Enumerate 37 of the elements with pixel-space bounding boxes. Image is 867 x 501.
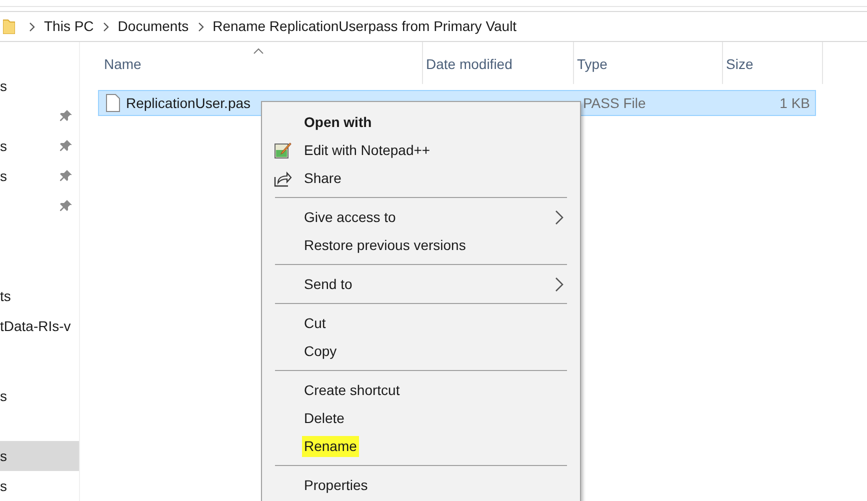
column-header[interactable]: Size	[726, 54, 754, 75]
menu-item[interactable]: Rename	[262, 432, 580, 460]
nav-item-text[interactable]: s	[0, 136, 7, 156]
chevron-icon	[196, 22, 205, 32]
column-header[interactable]: Date modified	[426, 54, 512, 75]
nav-item-text[interactable]: s	[0, 386, 7, 406]
nav-item-text[interactable]: ts	[0, 286, 11, 306]
menu-item[interactable]: Send to	[262, 270, 580, 298]
file-size: 1 KB	[780, 94, 810, 112]
chevron-icon	[102, 22, 110, 32]
menu-item[interactable]: Edit with Notepad++	[262, 136, 580, 164]
nav-item-text[interactable]: s	[0, 476, 7, 496]
menu-item[interactable]: Open with	[262, 108, 580, 136]
notepad-icon	[274, 141, 292, 159]
folder-icon	[3, 19, 15, 34]
menu-item[interactable]: Create shortcut	[262, 376, 580, 404]
sort-caret-icon	[253, 48, 264, 54]
nav-item-text[interactable]: s	[0, 76, 7, 96]
nav-item-text[interactable]: s	[0, 166, 7, 186]
menu-item[interactable]: Share	[262, 164, 580, 192]
breadcrumb-item[interactable]: This PC	[44, 16, 94, 37]
file-icon	[106, 94, 120, 112]
menu-item[interactable]: Copy	[262, 337, 580, 365]
share-icon	[274, 169, 292, 187]
nav-item[interactable]: s	[0, 441, 79, 471]
menu-item[interactable]: Delete	[262, 404, 580, 432]
breadcrumb-item[interactable]: Documents	[118, 16, 189, 37]
menu-item[interactable]: Give access to	[262, 203, 580, 231]
file-type: PASS File	[583, 94, 647, 112]
nav-item-text[interactable]: tData-RIs-v	[0, 316, 71, 336]
chevron-icon	[28, 22, 36, 32]
column-header[interactable]: Name	[104, 54, 142, 75]
breadcrumb-item[interactable]: Rename ReplicationUserpass from Primary Vault	[212, 16, 517, 37]
menu-item[interactable]: Properties	[262, 471, 580, 499]
menu-item[interactable]: Restore previous versions	[262, 231, 580, 259]
menu-item[interactable]: Cut	[262, 309, 580, 337]
column-header[interactable]: Type	[577, 54, 608, 75]
